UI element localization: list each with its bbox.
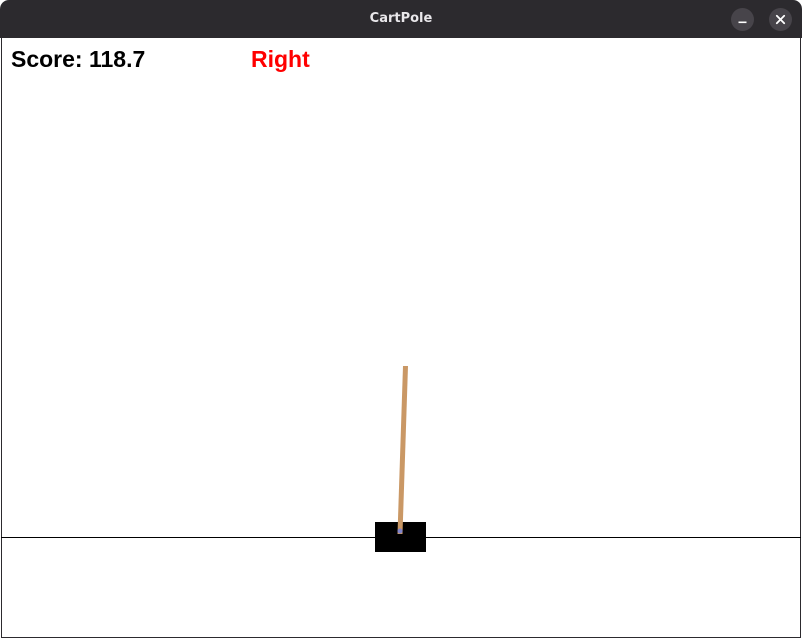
cartpole-scene bbox=[1, 366, 801, 552]
score-label: Score: 118.7 bbox=[11, 46, 146, 72]
game-window: CartPole Score: 118.7 Right bbox=[0, 0, 802, 639]
action-label: Right bbox=[251, 46, 310, 72]
axle bbox=[397, 528, 403, 534]
pole bbox=[397, 366, 408, 534]
